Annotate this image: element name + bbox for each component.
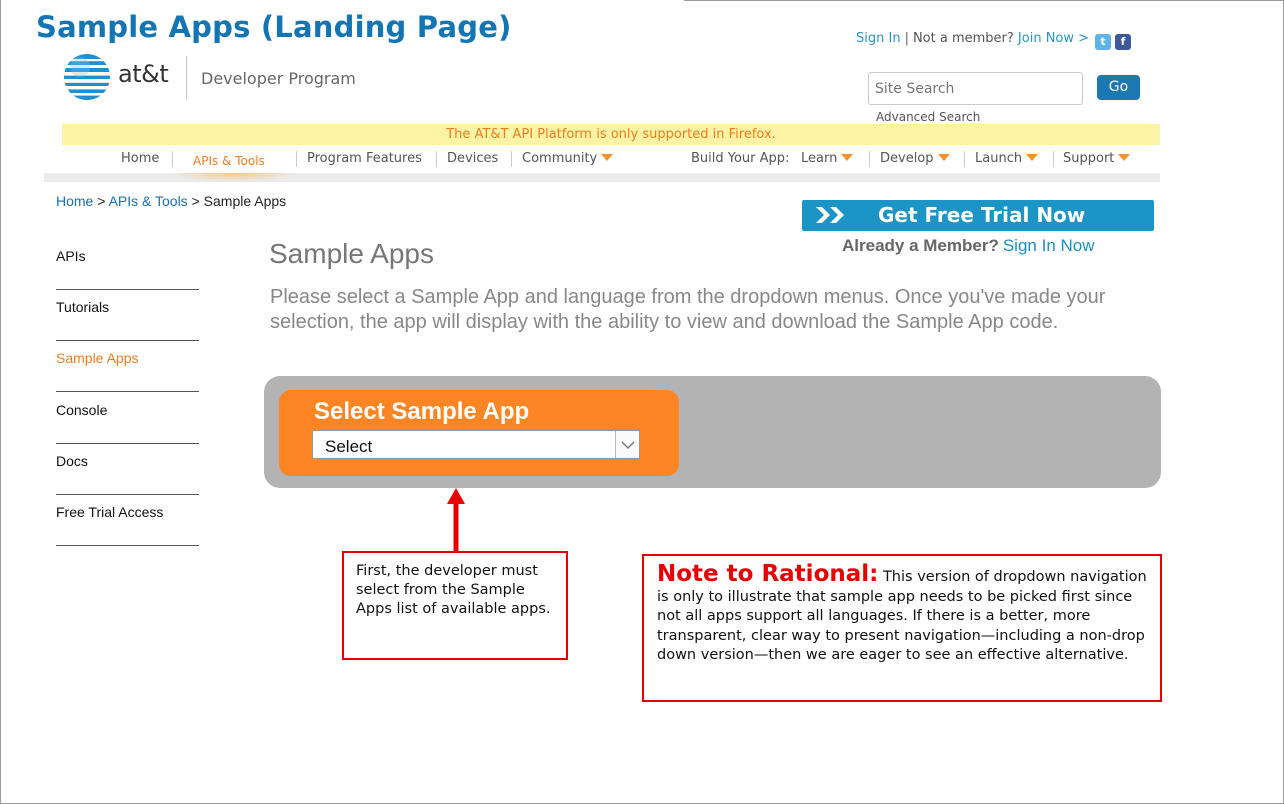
nav-develop[interactable]: Develop bbox=[880, 151, 950, 166]
select-sample-app-title: Select Sample App bbox=[314, 398, 530, 425]
advanced-search-link[interactable]: Advanced Search bbox=[876, 110, 980, 124]
sidebar-item-label: Sample Apps bbox=[56, 350, 139, 367]
sidebar: APIs Tutorials Sample Apps Console Docs … bbox=[56, 248, 200, 555]
sample-app-dropdown[interactable]: Select bbox=[312, 430, 640, 459]
nav-devices[interactable]: Devices bbox=[447, 151, 498, 166]
annotation-callout-note: Note to Rational: This version of dropdo… bbox=[642, 554, 1162, 702]
breadcrumb-current: Sample Apps bbox=[203, 193, 287, 209]
nav-community[interactable]: Community bbox=[522, 151, 614, 166]
nav-divider bbox=[1053, 151, 1054, 167]
nav-active-indicator bbox=[170, 173, 298, 182]
nav-divider bbox=[511, 151, 512, 167]
site-search-input[interactable] bbox=[868, 72, 1083, 105]
chevron-down-icon bbox=[1026, 154, 1039, 161]
main-heading: Sample Apps bbox=[269, 238, 434, 269]
nav-divider bbox=[964, 151, 965, 167]
sidebar-item-label: Tutorials bbox=[56, 299, 110, 316]
free-trial-label: Get Free Trial Now bbox=[878, 203, 1086, 227]
main-description: Please select a Sample App and language … bbox=[270, 286, 1106, 333]
sidebar-item-label: Docs bbox=[56, 452, 88, 469]
already-member-line: Already a Member? Sign In Now bbox=[842, 236, 1095, 256]
nav-program-features[interactable]: Program Features bbox=[307, 151, 422, 166]
nav-home[interactable]: Home bbox=[121, 151, 159, 166]
sidebar-item-docs[interactable]: Docs bbox=[56, 453, 200, 504]
breadcrumb-apis-tools[interactable]: APIs & Tools bbox=[109, 193, 188, 209]
nav-learn[interactable]: Learn bbox=[801, 151, 854, 166]
sidebar-divider bbox=[56, 289, 199, 290]
frame-top-line bbox=[684, 0, 1284, 1]
nav-develop-label: Develop bbox=[880, 151, 934, 166]
breadcrumb: Home > APIs & Tools > Sample Apps bbox=[56, 193, 286, 209]
dropdown-toggle[interactable] bbox=[615, 431, 639, 458]
build-your-app-label: Build Your App: bbox=[691, 151, 790, 166]
nav-divider bbox=[869, 151, 870, 167]
sidebar-divider bbox=[56, 340, 199, 342]
sidebar-item-label: Console bbox=[56, 401, 108, 418]
nav-support-label: Support bbox=[1063, 151, 1115, 166]
sidebar-item-label: APIs bbox=[56, 248, 86, 264]
account-links: Sign In | Not a member? Join Now > t f bbox=[856, 31, 1132, 50]
sample-app-dropdown-value: Select bbox=[325, 437, 373, 456]
main-nav: Home APIs & Tools Program Features Devic… bbox=[62, 145, 1160, 173]
sign-in-now-link[interactable]: Sign In Now bbox=[1003, 236, 1095, 255]
nav-divider bbox=[296, 151, 297, 167]
sidebar-divider bbox=[56, 391, 199, 393]
chevron-down-icon bbox=[937, 154, 950, 161]
sign-in-link[interactable]: Sign In bbox=[856, 31, 901, 46]
nav-support[interactable]: Support bbox=[1063, 151, 1131, 166]
sidebar-divider bbox=[56, 442, 199, 444]
sidebar-item-tutorials[interactable]: Tutorials bbox=[56, 299, 200, 350]
go-button[interactable]: Go bbox=[1097, 75, 1140, 100]
nav-community-label: Community bbox=[522, 151, 598, 166]
nav-launch-label: Launch bbox=[975, 151, 1023, 166]
link-separator: | bbox=[904, 31, 909, 46]
join-now-link[interactable]: Join Now > bbox=[1018, 31, 1089, 46]
breadcrumb-home[interactable]: Home bbox=[56, 193, 93, 209]
sidebar-item-free-trial-access[interactable]: Free Trial Access bbox=[56, 504, 200, 555]
not-member-text: Not a member? bbox=[912, 31, 1014, 46]
chevron-down-icon bbox=[621, 441, 635, 449]
get-free-trial-button[interactable]: Get Free Trial Now bbox=[802, 200, 1154, 231]
nav-apis-tools[interactable]: APIs & Tools bbox=[193, 154, 265, 168]
nav-launch[interactable]: Launch bbox=[975, 151, 1039, 166]
sidebar-divider bbox=[56, 544, 199, 546]
page-title: Sample Apps (Landing Page) bbox=[36, 10, 512, 44]
sidebar-item-label: Free Trial Access bbox=[56, 503, 164, 520]
chevron-down-icon bbox=[601, 154, 614, 161]
att-globe-logo[interactable] bbox=[63, 53, 111, 101]
chevron-down-icon bbox=[1118, 154, 1131, 161]
breadcrumb-separator: > bbox=[191, 193, 200, 209]
chevron-down-icon bbox=[841, 154, 854, 161]
developer-program-label: Developer Program bbox=[201, 69, 356, 88]
att-logo-text[interactable]: at&t bbox=[118, 60, 169, 88]
facebook-icon[interactable]: f bbox=[1115, 34, 1132, 50]
sidebar-divider bbox=[56, 493, 199, 495]
breadcrumb-separator: > bbox=[97, 193, 106, 209]
up-arrow-annotation bbox=[447, 488, 465, 554]
note-heading: Note to Rational: bbox=[657, 561, 879, 587]
already-member-text: Already a Member? bbox=[842, 236, 999, 255]
nav-learn-label: Learn bbox=[801, 151, 838, 166]
double-chevron-right-icon bbox=[816, 207, 844, 223]
firefox-notice-banner: The AT&T API Platform is only supported … bbox=[62, 124, 1160, 145]
sidebar-item-console[interactable]: Console bbox=[56, 402, 200, 453]
twitter-icon[interactable]: t bbox=[1095, 34, 1112, 50]
logo-divider bbox=[186, 56, 187, 100]
sidebar-item-apis[interactable]: APIs bbox=[56, 248, 200, 299]
nav-divider bbox=[172, 151, 173, 167]
nav-divider bbox=[436, 151, 437, 167]
annotation-callout-first-step: First, the developer must select from th… bbox=[342, 551, 568, 660]
sidebar-item-sample-apps[interactable]: Sample Apps bbox=[56, 350, 200, 401]
